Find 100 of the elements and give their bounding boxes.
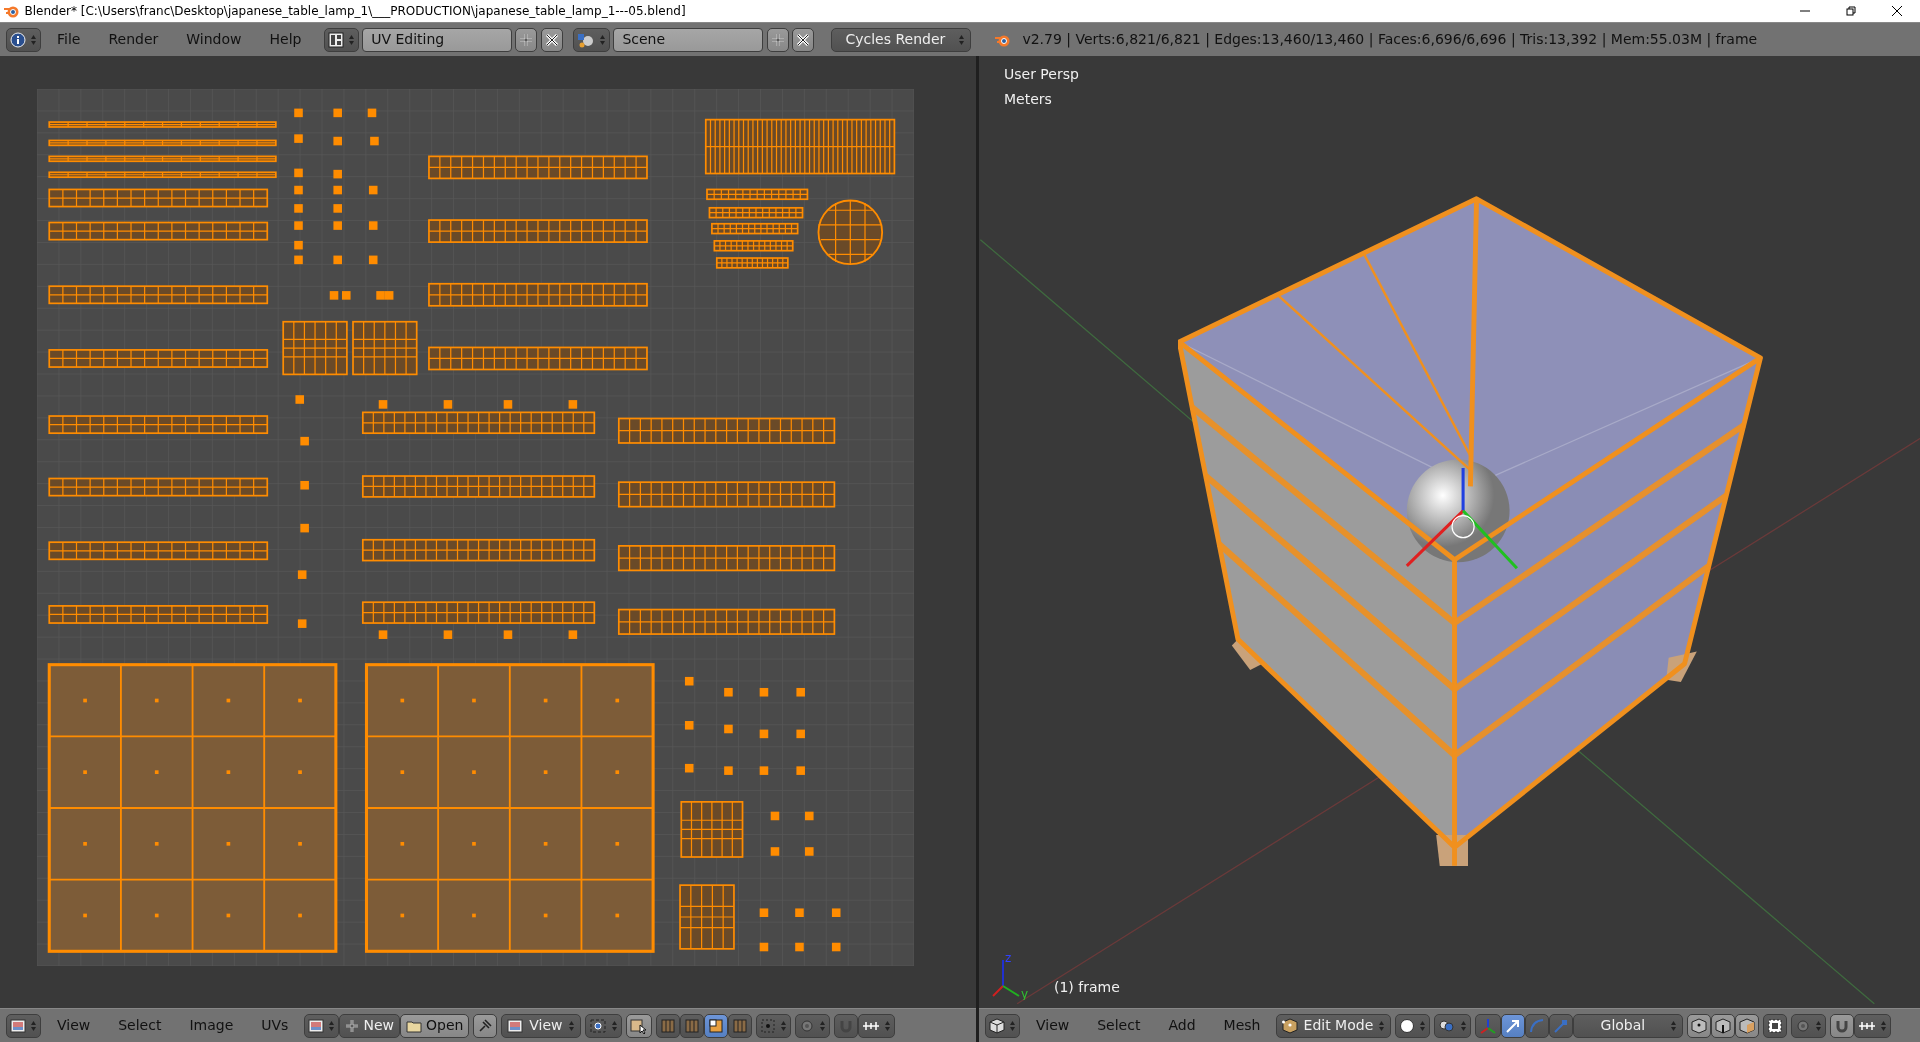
face-grid-icon [732,1017,749,1034]
layout-grid-icon [327,31,344,48]
cube-icon [1282,1017,1299,1034]
pin-button[interactable] [473,1013,498,1038]
editor-type-button[interactable] [985,1013,1020,1038]
up-down-arrows-icon [347,32,355,47]
viewport-info-text: Meters [1004,90,1052,109]
occlude-geometry-button[interactable] [1763,1013,1788,1038]
manipulator-toggle-button[interactable] [1475,1013,1502,1038]
screen-layout-button[interactable] [323,27,359,52]
sphere-icon [1399,1017,1416,1034]
pin-icon [477,1017,494,1034]
menu-item[interactable]: File [45,27,93,52]
axis-gizmo-drawing: z y [989,950,1041,1000]
circles-icon [1438,1017,1457,1034]
edge-cube-icon [1715,1017,1732,1034]
viewport-info-text: User Persp [1004,65,1079,84]
up-down-arrows-icon [30,1018,37,1033]
up-down-arrows-icon [568,1018,576,1033]
pivot-dropdown[interactable] [585,1013,623,1038]
dotted-square-icon [760,1017,777,1034]
up-down-arrows-icon [1419,1018,1427,1033]
up-down-arrows-icon [1880,1018,1888,1033]
vertex-cube-icon [1691,1017,1708,1034]
open-image-button[interactable]: Open [399,1013,470,1038]
up-down-arrows-icon [819,1018,827,1033]
new-image-button[interactable]: New [339,1013,400,1038]
up-down-arrows-icon [780,1018,788,1033]
face-grid-icon [660,1017,677,1034]
stats-text: v2.79 | Verts:6,821/6,821 | Edges:13,460/13,460 | Faces:6,696/6,696 | Tris:13,392 | Mem:55.03M | frame [1021,30,1758,50]
up-down-arrows-icon [1378,1018,1386,1033]
view-dropdown[interactable]: View [501,1013,582,1038]
editor-type-button[interactable] [6,1013,41,1038]
shading-dropdown[interactable] [1395,1013,1431,1038]
select-mode-button[interactable] [1735,1013,1760,1038]
pivot-dropdown[interactable] [1434,1013,1472,1038]
menu-item[interactable]: View [45,1013,103,1038]
cube-icon [989,1017,1005,1034]
up-down-arrows-icon [1670,1018,1678,1033]
sticky-mode-dropdown[interactable] [756,1013,792,1038]
dotted-square-icon [1767,1017,1784,1034]
arrow-icon [1505,1017,1522,1034]
up-down-arrows-icon [1460,1018,1468,1033]
render-engine-dropdown[interactable]: Cycles Render [830,27,971,52]
menu-item[interactable]: View [1024,1013,1082,1038]
circle-icon [1795,1017,1812,1034]
image-icon [10,1017,26,1034]
select-mode-button[interactable] [1711,1013,1736,1038]
info-icon [10,31,26,48]
plus-icon [770,32,785,47]
editor-type-button[interactable] [6,27,41,52]
menu-item[interactable]: Mesh [1211,1013,1273,1038]
menu-item[interactable]: Add [1156,1013,1208,1038]
sync-selection-button[interactable] [626,1013,653,1038]
axes-icon [1479,1017,1498,1034]
menu-item[interactable]: Image [177,1013,246,1038]
up-down-arrows-icon [599,32,607,47]
scene-objects-icon [577,31,596,48]
snap-button[interactable] [1830,1013,1855,1038]
menu-item[interactable]: Select [106,1013,174,1038]
up-down-arrows-icon [1009,1018,1016,1033]
close-icon [795,32,810,47]
add-button[interactable] [515,27,538,52]
manipulator-button[interactable] [1501,1013,1526,1038]
arc-icon [1529,1017,1546,1034]
image-browse-button[interactable] [304,1013,340,1038]
circle-icon [799,1017,816,1034]
plus-icon [345,1018,360,1033]
menu-item[interactable]: Render [96,27,171,52]
face-cube-icon [1739,1017,1756,1034]
close-icon-button[interactable] [540,27,563,52]
close-icon [1892,6,1902,16]
pivot-point-icon [589,1017,608,1034]
face-grid-icon [684,1017,701,1034]
snap-element-dropdown[interactable] [858,1013,896,1038]
scene-field[interactable]: Scene [613,27,764,52]
screen-layout-field[interactable]: UV Editing [362,27,513,52]
proportional-edit-dropdown[interactable] [795,1013,831,1038]
face-select-icon [708,1017,725,1034]
menu-item[interactable]: UVs [249,1013,301,1038]
menu-item[interactable]: Help [257,27,314,52]
mode-dropdown[interactable]: Edit Mode [1276,1013,1392,1038]
add-button[interactable] [766,27,789,52]
restore-icon [1846,6,1856,16]
orientation-dropdown[interactable]: Global [1573,1013,1684,1038]
close-icon-button[interactable] [791,27,814,52]
menu-item[interactable]: Select [1085,1013,1153,1038]
snap-element-dropdown[interactable] [1854,1013,1892,1038]
scene-button[interactable] [573,27,611,52]
cursor-icon [630,1017,649,1034]
select-mode-button[interactable] [1687,1013,1712,1038]
image-icon [308,1017,325,1034]
up-down-arrows-icon [30,32,37,47]
up-down-arrows-icon [957,32,965,47]
up-down-arrows-icon [611,1018,619,1033]
plus-icon [519,32,534,47]
select-mode-button[interactable] [704,1013,729,1038]
up-down-arrows-icon [328,1018,336,1033]
menu-item[interactable]: Window [174,27,254,52]
frame-label: (1) frame [1054,978,1120,997]
